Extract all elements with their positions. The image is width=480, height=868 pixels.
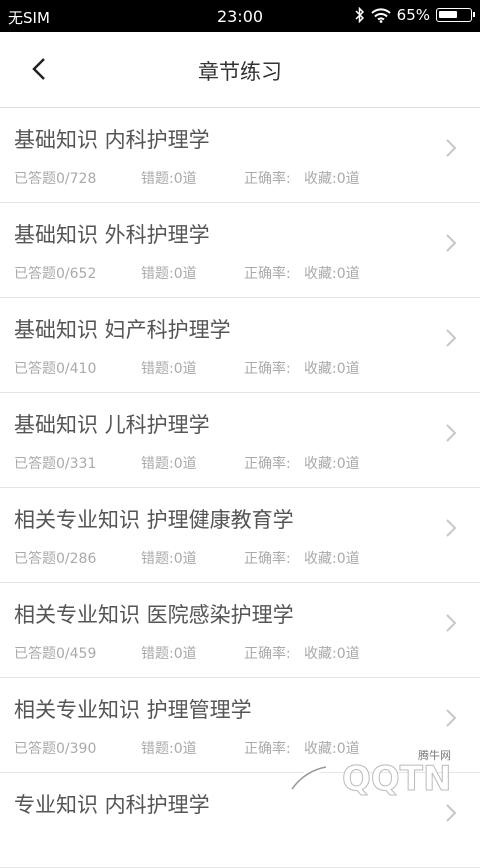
battery-icon <box>436 8 475 22</box>
chevron-right-icon <box>446 709 457 727</box>
accuracy-label: 正确率: <box>244 456 291 472</box>
page-title: 章节练习 <box>198 60 282 84</box>
answered-count: 已答题0/728 <box>14 171 97 187</box>
answered-count: 已答题0/410 <box>14 361 97 377</box>
chevron-right-icon <box>446 329 457 347</box>
chapter-item[interactable]: 基础知识 妇产科护理学已答题0/410 错题:0道 正确率: 收藏:0道 <box>0 298 480 393</box>
wifi-icon <box>370 7 391 23</box>
chevron-right-icon <box>446 614 457 632</box>
chapter-name: 专业知识 内科护理学 <box>14 793 210 817</box>
answered-count: 已答题0/459 <box>14 646 97 662</box>
error-count: 错题:0道 <box>141 171 197 187</box>
favorite-count: 收藏:0道 <box>304 551 360 567</box>
battery-percent: 65% <box>396 6 430 24</box>
chapter-item[interactable]: 基础知识 内科护理学已答题0/728 错题:0道 正确率: 收藏:0道 <box>0 108 480 203</box>
accuracy-label: 正确率: <box>244 551 291 567</box>
error-count: 错题:0道 <box>141 456 197 472</box>
error-count: 错题:0道 <box>141 361 197 377</box>
chapter-name: 相关专业知识 护理健康教育学 <box>14 508 294 532</box>
answered-count: 已答题0/286 <box>14 551 97 567</box>
chevron-right-icon <box>446 804 457 822</box>
favorite-count: 收藏:0道 <box>304 361 360 377</box>
error-count: 错题:0道 <box>141 646 197 662</box>
accuracy-label: 正确率: <box>244 646 291 662</box>
status-right: 65% <box>355 6 475 24</box>
chapter-item[interactable]: 相关专业知识 医院感染护理学已答题0/459 错题:0道 正确率: 收藏:0道 <box>0 583 480 678</box>
accuracy-label: 正确率: <box>244 171 291 187</box>
header: 章节练习 <box>0 32 480 108</box>
chevron-right-icon <box>446 519 457 537</box>
accuracy-label: 正确率: <box>244 361 291 377</box>
favorite-count: 收藏:0道 <box>304 266 360 282</box>
favorite-count: 收藏:0道 <box>304 456 360 472</box>
battery-fill <box>439 11 458 18</box>
answered-count: 已答题0/331 <box>14 456 97 472</box>
chevron-right-icon <box>446 424 457 442</box>
chevron-right-icon <box>446 234 457 252</box>
chapter-item[interactable]: 基础知识 儿科护理学已答题0/331 错题:0道 正确率: 收藏:0道 <box>0 393 480 488</box>
error-count: 错题:0道 <box>141 266 197 282</box>
answered-count: 已答题0/390 <box>14 741 97 757</box>
watermark-sub-text: 腾牛网 <box>418 748 451 762</box>
error-count: 错题:0道 <box>141 741 197 757</box>
chapter-name: 相关专业知识 医院感染护理学 <box>14 603 294 627</box>
chapter-name: 相关专业知识 护理管理学 <box>14 698 252 722</box>
accuracy-label: 正确率: <box>244 266 291 282</box>
chapter-name: 基础知识 妇产科护理学 <box>14 318 231 342</box>
status-bar: 无SIM 23:00 65% <box>0 0 480 32</box>
qqtn-watermark: QQTN 腾牛网 <box>290 748 452 800</box>
chapter-name: 基础知识 内科护理学 <box>14 128 210 152</box>
bluetooth-icon <box>355 7 364 23</box>
chevron-right-icon <box>446 139 457 157</box>
chapter-item[interactable]: 相关专业知识 护理健康教育学已答题0/286 错题:0道 正确率: 收藏:0道 <box>0 488 480 583</box>
chapter-name: 基础知识 外科护理学 <box>14 223 210 247</box>
favorite-count: 收藏:0道 <box>304 171 360 187</box>
answered-count: 已答题0/652 <box>14 266 97 282</box>
chapter-name: 基础知识 儿科护理学 <box>14 413 210 437</box>
chapter-item[interactable]: 基础知识 外科护理学已答题0/652 错题:0道 正确率: 收藏:0道 <box>0 203 480 298</box>
watermark-logo-text: QQTN <box>342 759 451 799</box>
favorite-count: 收藏:0道 <box>304 646 360 662</box>
error-count: 错题:0道 <box>141 551 197 567</box>
